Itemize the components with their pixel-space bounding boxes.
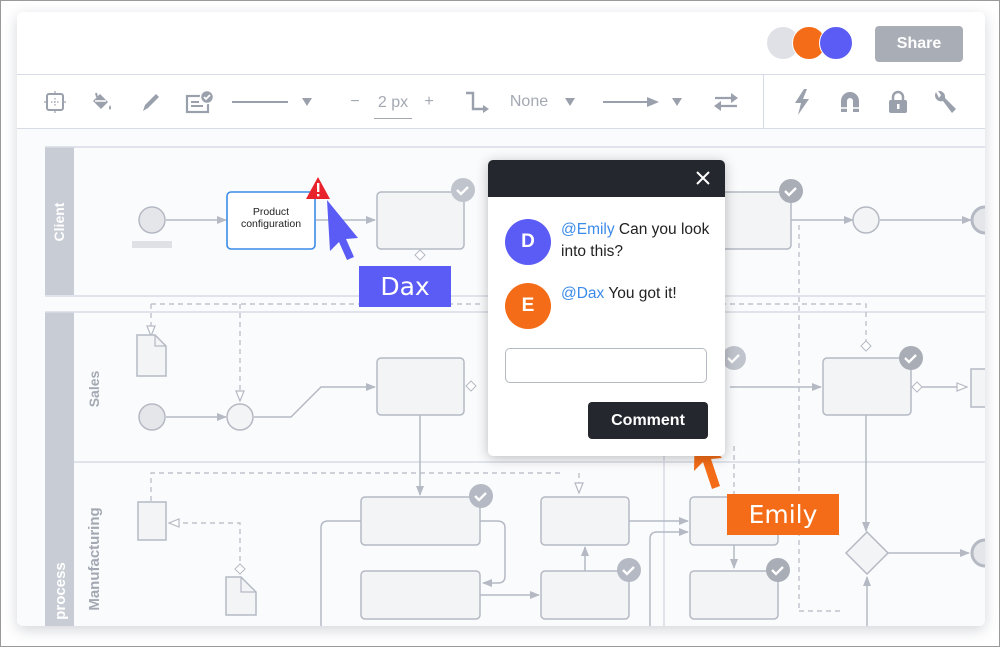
swap-direction-icon[interactable] — [711, 75, 741, 128]
top-bar: Share — [17, 12, 985, 75]
wrench-icon[interactable] — [931, 75, 959, 128]
arrow-end-select[interactable] — [601, 75, 661, 128]
format-toolbar: − 2 px + None — [17, 75, 985, 129]
emily-cursor-label: Emily — [727, 494, 839, 535]
mention-link[interactable]: @Dax — [561, 285, 604, 302]
task-shape[interactable] — [540, 496, 630, 546]
select-frame-icon[interactable] — [41, 75, 69, 128]
toolbar-divider — [763, 75, 764, 128]
data-store-shape[interactable] — [137, 501, 167, 541]
dax-cursor-label: Dax — [359, 266, 451, 307]
comment-input[interactable] — [505, 348, 707, 383]
line-width-decrease-button[interactable]: − — [347, 75, 363, 128]
screenshot-frame: Share − 2 px + None Client Sales Manufac… — [0, 0, 1000, 647]
form-check-icon[interactable] — [184, 75, 216, 128]
gateway-shape[interactable] — [844, 530, 890, 576]
line-width-increase-button[interactable]: + — [421, 75, 437, 128]
start-event[interactable] — [138, 403, 166, 431]
lane-label-manufacturing: Manufacturing — [86, 507, 103, 610]
comment-popup: D @Emily Can you look into this? E @Dax … — [488, 160, 725, 456]
magnet-icon[interactable] — [837, 75, 863, 128]
end-event[interactable] — [970, 205, 985, 235]
document-shape[interactable] — [136, 334, 167, 377]
arrow-end-dropdown-icon[interactable] — [669, 75, 685, 128]
connector-style-select[interactable]: None — [507, 75, 551, 128]
diagram-app-window: Share − 2 px + None Client Sales Manufac… — [17, 12, 985, 626]
avatar: E — [505, 283, 551, 329]
connector-style-dropdown-icon[interactable] — [562, 75, 578, 128]
intermediate-event[interactable] — [852, 206, 880, 234]
product-configuration-label: Product configuration — [240, 206, 302, 230]
mention-link[interactable]: @Emily — [561, 221, 615, 238]
task-shape[interactable] — [360, 496, 481, 546]
pencil-icon[interactable] — [137, 75, 165, 128]
checkmark-icon — [451, 178, 475, 202]
task-shape[interactable] — [376, 357, 465, 416]
end-event[interactable] — [970, 538, 985, 568]
lock-icon[interactable] — [885, 75, 911, 128]
start-event[interactable] — [138, 206, 166, 234]
checkmark-icon — [779, 179, 803, 203]
lane-label-client: Client — [51, 202, 67, 241]
diagram-canvas[interactable]: Client Sales Manufacturing process Produ… — [17, 129, 985, 626]
lightning-icon[interactable] — [789, 75, 815, 128]
lane-label-sales: Sales — [86, 370, 102, 407]
collaborator-avatar[interactable] — [819, 26, 853, 60]
comment-popup-header — [488, 160, 725, 197]
comment-text: @Dax You got it! — [561, 285, 677, 302]
line-width-value: 2 px — [373, 94, 413, 119]
line-style-dropdown-icon[interactable] — [299, 75, 315, 128]
task-shape[interactable] — [360, 570, 481, 620]
share-button[interactable]: Share — [875, 26, 963, 62]
line-width-input[interactable]: 2 px — [372, 75, 414, 128]
collaborator-avatars — [766, 26, 856, 60]
elbow-connector-icon[interactable] — [463, 75, 491, 128]
dax-cursor-icon — [327, 200, 358, 260]
fill-bucket-icon[interactable] — [87, 75, 117, 128]
line-style-select[interactable] — [230, 75, 290, 128]
avatar: D — [505, 219, 551, 265]
task-shape[interactable] — [540, 570, 630, 620]
task-shape[interactable] — [376, 191, 465, 250]
close-icon[interactable] — [693, 168, 713, 188]
comment-text: @Emily Can you look into this? — [561, 221, 710, 260]
task-shape[interactable] — [822, 357, 912, 416]
pool-label: process — [52, 562, 69, 620]
comment-submit-button[interactable]: Comment — [588, 402, 708, 439]
task-shape[interactable] — [689, 570, 779, 620]
